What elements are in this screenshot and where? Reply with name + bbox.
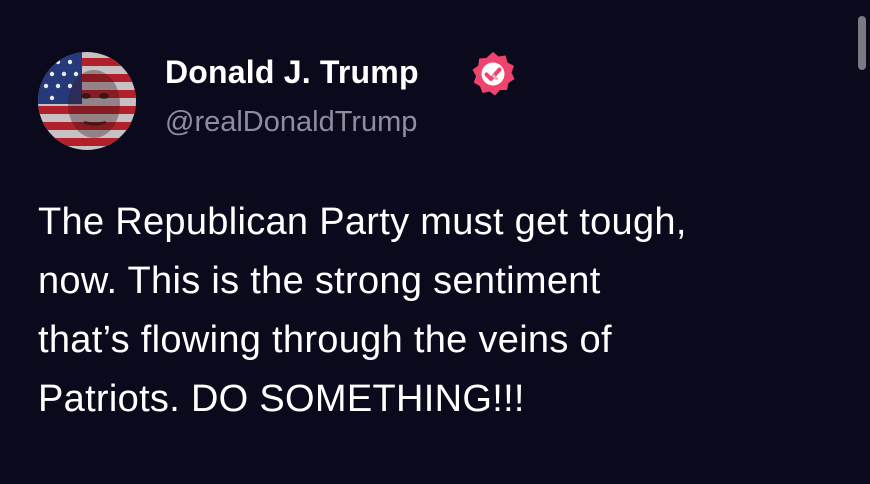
post-text-line: now. This is the strong sentiment [38, 260, 601, 302]
scrollbar[interactable] [856, 0, 866, 484]
flag-portrait-avatar-icon [38, 52, 136, 150]
post-card: Donald J. Trump @realDonaldTrump The Rep… [0, 0, 870, 484]
post-text-line: that’s flowing through the veins of [38, 319, 612, 361]
verified-badge-icon [469, 50, 517, 98]
scrollbar-thumb[interactable] [858, 16, 866, 70]
post-text-line: The Republican Party must get tough, [38, 201, 687, 243]
author-handle[interactable]: @realDonaldTrump [165, 106, 417, 139]
post-text-line: Patriots. DO SOMETHING!!! [38, 378, 525, 420]
post-text: The Republican Party must get tough, now… [38, 193, 838, 429]
author-display-name[interactable]: Donald J. Trump [165, 54, 419, 91]
avatar[interactable] [38, 52, 136, 150]
